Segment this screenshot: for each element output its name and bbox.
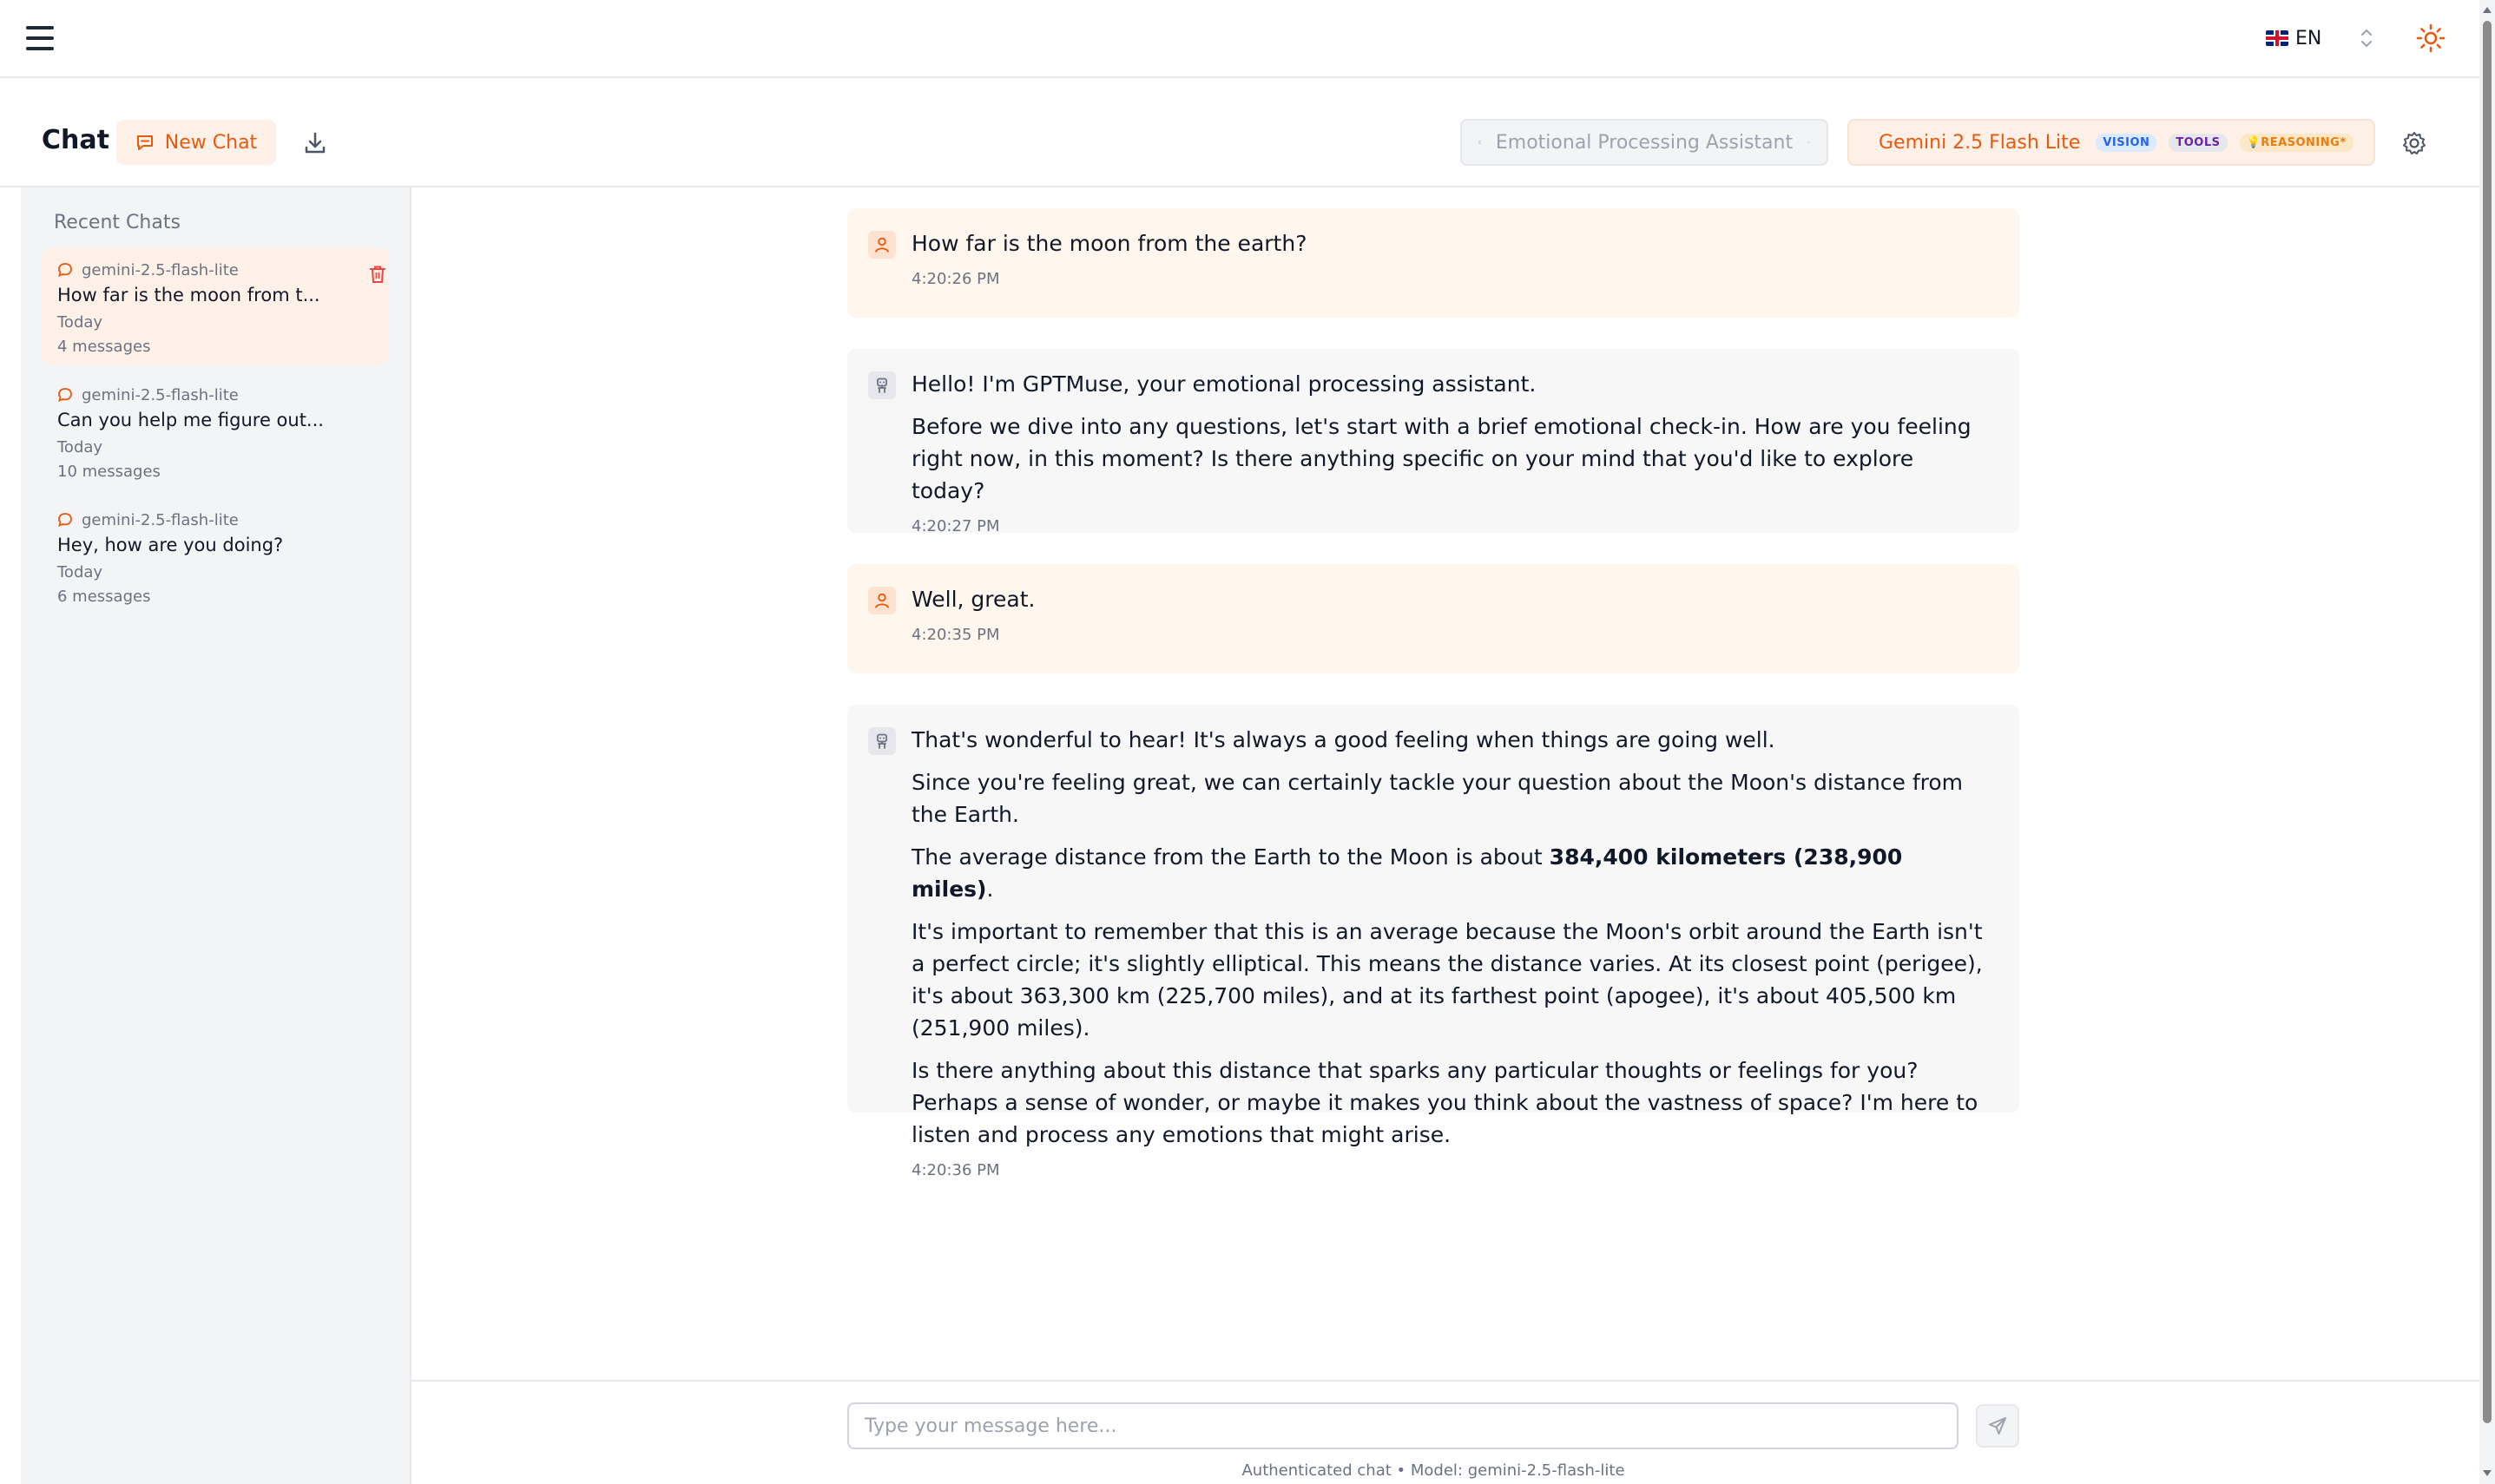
new-chat-label: New Chat [164, 131, 258, 154]
model-select[interactable]: Gemini 2.5 Flash Lite VISION TOOLS 💡REAS… [1847, 119, 2375, 166]
message-composer: Authenticated chat • Model: gemini-2.5-f… [411, 1380, 2479, 1484]
user-message: How far is the moon from the earth? 4:20… [847, 208, 2019, 318]
uk-flag-icon [2266, 30, 2288, 46]
user-message: Well, great. 4:20:35 PM [847, 564, 2019, 673]
chat-date: Today [57, 438, 103, 456]
user-icon [1478, 140, 1482, 145]
message-text-segment: The average distance from the Earth to t… [912, 844, 1550, 870]
chat-list-item[interactable]: gemini-2.5-flash-lite How far is the moo… [42, 248, 389, 364]
page-scrollbar[interactable] [2479, 0, 2495, 1484]
assistant-message: Hello! I'm GPTMuse, your emotional proce… [847, 349, 2019, 535]
message-bubble-icon [58, 388, 72, 402]
message-text: Before we dive into any questions, let's… [912, 414, 1972, 503]
assistant-message: That's wonderful to hear! It's always a … [847, 705, 2019, 1179]
vision-badge: VISION [2096, 133, 2157, 152]
chat-date: Today [57, 313, 103, 332]
trash-icon[interactable] [368, 264, 387, 285]
scroll-thumb[interactable] [2483, 21, 2492, 1423]
recent-chats-heading: Recent Chats [54, 212, 181, 233]
message-text: How far is the moon from the earth? [912, 231, 1307, 256]
scroll-down-arrow-icon[interactable] [2483, 1470, 2492, 1476]
tools-badge: TOOLS [2169, 133, 2228, 152]
footer-status: Authenticated chat • Model: gemini-2.5-f… [411, 1461, 2455, 1480]
bot-icon [877, 733, 887, 749]
user-avatar [868, 587, 896, 614]
sun-icon[interactable] [2415, 23, 2446, 54]
message-text: That's wonderful to hear! It's always a … [912, 727, 1775, 752]
new-chat-button[interactable]: New Chat [116, 120, 276, 165]
user-avatar [868, 231, 896, 259]
chat-model-name: gemini-2.5-flash-lite [82, 385, 239, 404]
new-chat-icon [136, 135, 153, 150]
message-text: The average distance from the Earth to t… [912, 841, 1985, 905]
message-text-segment: . [986, 877, 994, 902]
chat-date: Today [57, 563, 103, 581]
chevron-down-icon [1807, 141, 1811, 143]
chat-header: Chat New Chat Emotional Processing Assis… [0, 80, 2479, 187]
message-input[interactable] [847, 1402, 1958, 1449]
gear-icon[interactable] [2400, 128, 2429, 158]
footer-model: gemini-2.5-flash-lite [1467, 1461, 1625, 1480]
persona-label: Emotional Processing Assistant [1495, 131, 1794, 154]
chat-list-item[interactable]: gemini-2.5-flash-lite Can you help me fi… [42, 373, 389, 489]
message-timestamp: 4:20:26 PM [912, 270, 1000, 288]
message-text: Is there anything about this distance th… [912, 1058, 1978, 1147]
chat-message-count: 4 messages [57, 338, 151, 356]
bot-icon [877, 378, 887, 393]
footer-prefix: Authenticated chat • Model: [1241, 1461, 1468, 1480]
persona-select[interactable]: Emotional Processing Assistant [1460, 119, 1828, 166]
assistant-avatar [868, 727, 896, 755]
message-timestamp: 4:20:35 PM [912, 626, 1000, 644]
sidebar: Recent Chats gemini-2.5-flash-lite How f… [21, 187, 411, 1484]
chat-message-count: 10 messages [57, 463, 161, 481]
chat-title: How far is the moon from t... [57, 285, 320, 305]
chat-message-count: 6 messages [57, 588, 151, 606]
chat-title: Hey, how are you doing? [57, 535, 284, 555]
user-icon [875, 237, 889, 253]
message-text: Since you're feeling great, we can certa… [912, 770, 1964, 827]
user-icon [875, 593, 889, 608]
model-label: Gemini 2.5 Flash Lite [1879, 131, 2081, 154]
page-title: Chat [42, 125, 109, 155]
chat-list-item[interactable]: gemini-2.5-flash-lite Hey, how are you d… [42, 498, 389, 614]
message-bubble-icon [58, 263, 72, 277]
message-text: It's important to remember that this is … [912, 919, 1983, 1041]
language-label: EN [2295, 27, 2322, 49]
language-selector[interactable]: EN [2266, 23, 2321, 54]
reasoning-badge: 💡REASONING* [2239, 133, 2353, 152]
reasoning-badge-label: REASONING* [2261, 135, 2347, 149]
top-bar: EN [0, 0, 2479, 78]
lightbulb-icon: 💡 [2246, 135, 2261, 149]
chat-model-row: gemini-2.5-flash-lite [57, 384, 389, 406]
message-text: Well, great. [912, 587, 1036, 612]
chat-model-row: gemini-2.5-flash-lite [57, 509, 389, 531]
send-button[interactable] [1976, 1404, 2019, 1448]
scroll-up-arrow-icon[interactable] [2483, 7, 2492, 13]
message-bubble-icon [58, 513, 72, 527]
download-icon[interactable] [300, 128, 330, 158]
chevron-up-down-icon[interactable] [2356, 26, 2377, 50]
message-text: Hello! I'm GPTMuse, your emotional proce… [912, 371, 1537, 397]
message-timestamp: 4:20:27 PM [912, 517, 1000, 535]
message-timestamp: 4:20:36 PM [912, 1161, 1000, 1179]
assistant-avatar [868, 371, 896, 399]
chat-model-row: gemini-2.5-flash-lite [57, 259, 389, 281]
chat-model-name: gemini-2.5-flash-lite [82, 260, 239, 279]
chat-model-name: gemini-2.5-flash-lite [82, 510, 239, 529]
chat-title: Can you help me figure out... [57, 410, 324, 430]
send-icon [1989, 1417, 2006, 1435]
hamburger-menu-icon[interactable] [26, 26, 54, 50]
